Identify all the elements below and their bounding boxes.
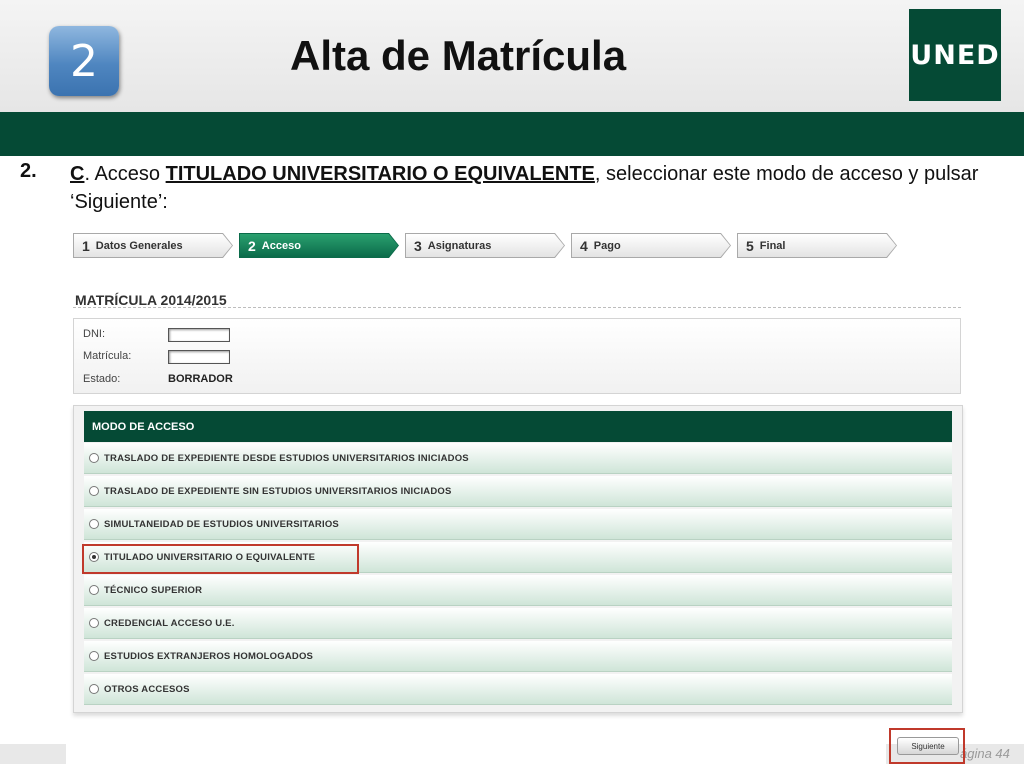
- radio-button[interactable]: [89, 618, 99, 628]
- access-option[interactable]: ESTUDIOS EXTRANJEROS HOMOLOGADOS: [84, 641, 952, 672]
- instruction-text-a: . Acceso: [84, 163, 166, 185]
- wizard-step-label: Asignaturas: [427, 239, 492, 252]
- matricula-field[interactable]: [168, 350, 230, 364]
- radio-button[interactable]: [89, 585, 99, 595]
- radio-button[interactable]: [89, 651, 99, 661]
- step-number-badge: 2: [49, 26, 119, 96]
- wizard-step-number: 1: [82, 237, 90, 254]
- dni-field[interactable]: [168, 328, 230, 342]
- wizard-step-number: 5: [746, 237, 754, 254]
- wizard-step-final[interactable]: 5 Final: [737, 233, 897, 258]
- access-option[interactable]: TRASLADO DE EXPEDIENTE DESDE ESTUDIOS UN…: [84, 443, 952, 474]
- page-number: ágina 44: [960, 746, 1010, 761]
- access-option-label: OTROS ACCESOS: [104, 683, 190, 695]
- radio-button[interactable]: [89, 684, 99, 694]
- matricula-label: Matrícula:: [83, 350, 132, 362]
- estado-label: Estado:: [83, 373, 121, 385]
- wizard-step-label: Datos Generales: [95, 239, 183, 252]
- wizard-step-number: 4: [580, 237, 588, 254]
- access-option-label: TRASLADO DE EXPEDIENTE DESDE ESTUDIOS UN…: [104, 452, 469, 464]
- access-mode-header: MODO DE ACCESO: [84, 411, 952, 442]
- wizard-step-asignaturas[interactable]: 3 Asignaturas: [405, 233, 565, 258]
- radio-button[interactable]: [89, 453, 99, 463]
- wizard-step-label: Acceso: [261, 239, 301, 252]
- uned-logo: UNED: [909, 9, 1001, 101]
- header-green-band: [0, 112, 1024, 156]
- radio-button[interactable]: [89, 486, 99, 496]
- instruction-access-name: TITULADO UNIVERSITARIO O EQUIVALENTE: [165, 163, 595, 185]
- instruction-text: C. Acceso TITULADO UNIVERSITARIO O EQUIV…: [70, 160, 1015, 216]
- access-option-label: CREDENCIAL ACCESO U.E.: [104, 617, 235, 629]
- access-option-label: ESTUDIOS EXTRANJEROS HOMOLOGADOS: [104, 650, 314, 662]
- instruction-letter: C: [70, 163, 85, 185]
- dni-label: DNI:: [83, 328, 105, 340]
- wizard-step-pago[interactable]: 4 Pago: [571, 233, 731, 258]
- slide-title: Alta de Matrícula: [290, 32, 627, 79]
- access-option-label: TÉCNICO SUPERIOR: [104, 584, 203, 596]
- footer-panel: [66, 744, 886, 764]
- wizard-step-number: 3: [414, 237, 422, 254]
- access-option-label: TRASLADO DE EXPEDIENTE SIN ESTUDIOS UNIV…: [104, 485, 452, 497]
- enrollment-title: MATRÍCULA 2014/2015: [75, 292, 227, 308]
- wizard-step-label: Final: [759, 239, 786, 252]
- divider: [73, 307, 961, 308]
- selected-option-highlight: [82, 544, 359, 574]
- access-option-label: SIMULTANEIDAD DE ESTUDIOS UNIVERSITARIOS: [104, 518, 339, 530]
- enrollment-info-panel: DNI: Matrícula: Estado: BORRADOR: [73, 318, 961, 394]
- access-option[interactable]: SIMULTANEIDAD DE ESTUDIOS UNIVERSITARIOS: [84, 509, 952, 540]
- radio-button[interactable]: [89, 519, 99, 529]
- wizard-step-datos-generales[interactable]: 1 Datos Generales: [73, 233, 233, 258]
- next-button-highlight: [889, 728, 965, 764]
- access-option[interactable]: OTROS ACCESOS: [84, 674, 952, 705]
- wizard-step-label: Pago: [593, 239, 621, 252]
- wizard-step-number: 2: [248, 237, 256, 254]
- access-option[interactable]: TÉCNICO SUPERIOR: [84, 575, 952, 606]
- access-option[interactable]: TRASLADO DE EXPEDIENTE SIN ESTUDIOS UNIV…: [84, 476, 952, 507]
- instruction-number: 2.: [20, 160, 37, 182]
- estado-value: BORRADOR: [168, 373, 233, 385]
- wizard-step-acceso[interactable]: 2 Acceso: [239, 233, 399, 258]
- access-option[interactable]: CREDENCIAL ACCESO U.E.: [84, 608, 952, 639]
